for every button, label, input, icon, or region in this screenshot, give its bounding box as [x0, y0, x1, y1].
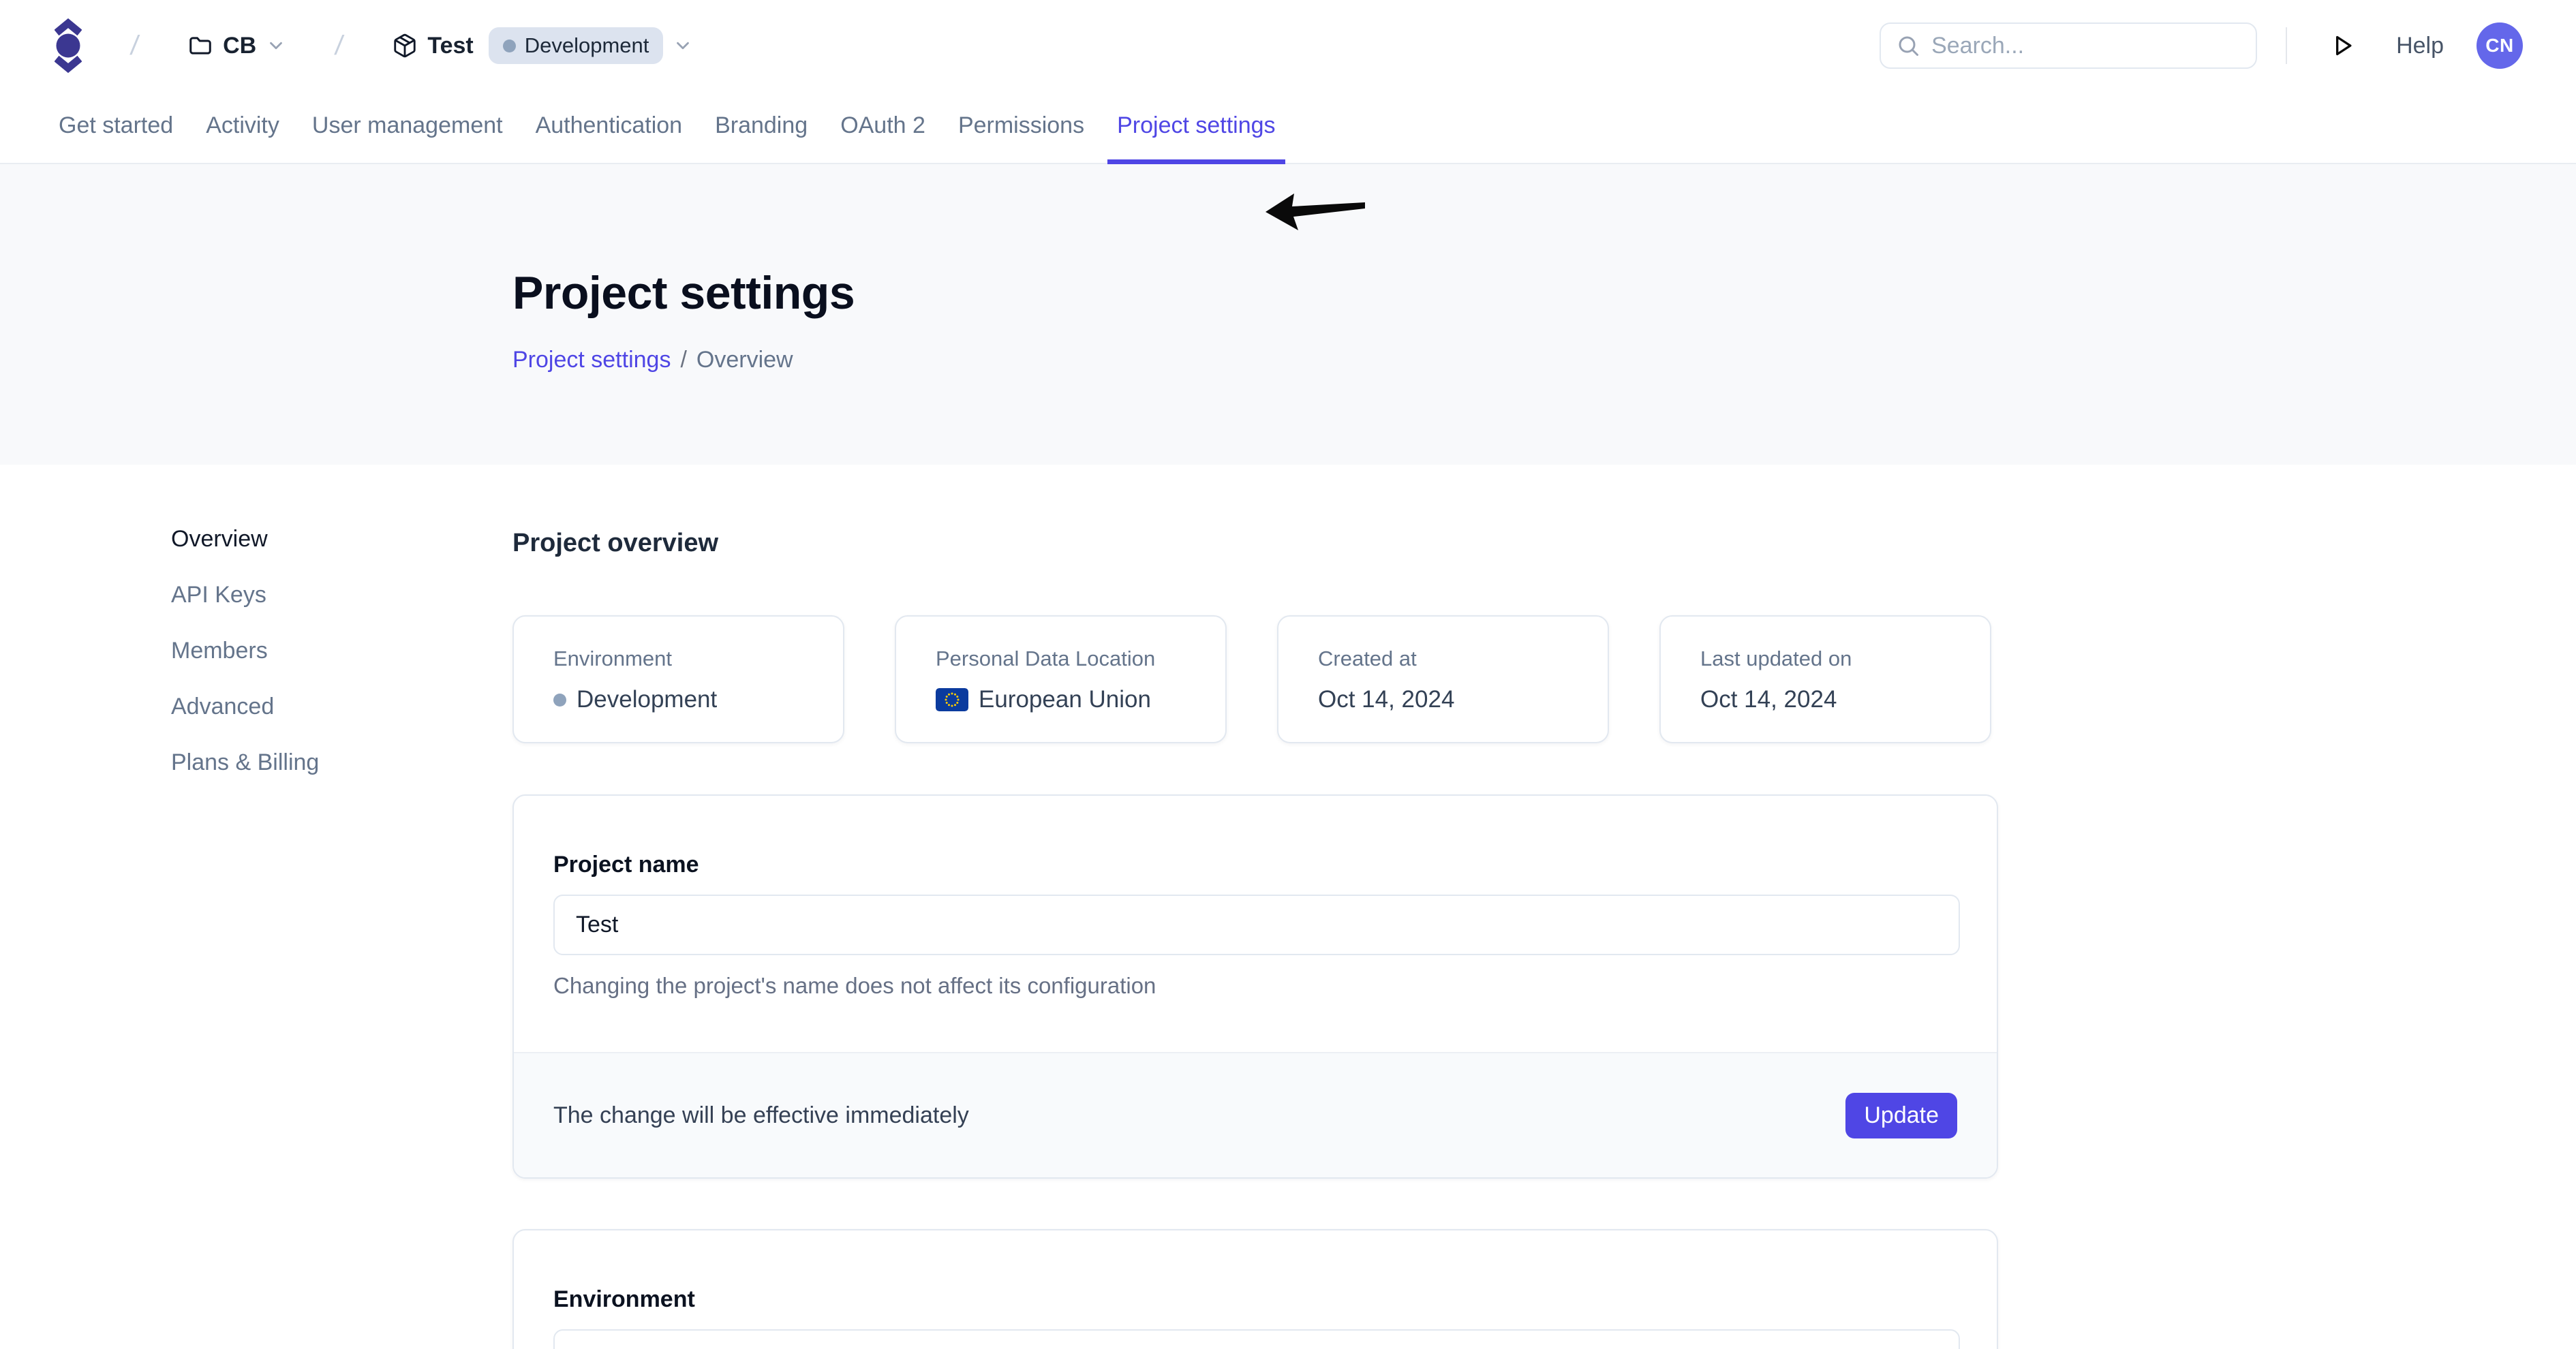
project-switcher[interactable]: Test Development	[392, 27, 693, 64]
sidebar-item-label[interactable]: Members	[171, 638, 268, 664]
topbar-divider	[2286, 27, 2287, 64]
tab-activity[interactable]: Activity	[196, 91, 289, 164]
overview-cards: Environment Development Personal Data Lo…	[512, 615, 1998, 743]
tab-oauth2[interactable]: OAuth 2	[831, 91, 935, 164]
project-name-label: Project name	[553, 852, 1957, 878]
status-dot-icon	[503, 40, 516, 52]
org-name: CB	[223, 33, 256, 59]
project-name: Test	[427, 33, 473, 59]
section-heading: Project overview	[512, 529, 1998, 558]
tab-user-management[interactable]: User management	[303, 91, 512, 164]
play-icon	[2329, 32, 2357, 59]
environment-label: Environment	[553, 1286, 1957, 1313]
card-value: European Union	[936, 686, 1225, 713]
search-input[interactable]	[1931, 33, 2241, 59]
sidebar-item-api-keys[interactable]: API Keys	[171, 582, 512, 608]
environment-badge: Development	[489, 27, 664, 64]
logo-icon	[55, 18, 82, 73]
last-updated-card: Last updated on Oct 14, 2024	[1659, 615, 1991, 743]
environment-select[interactable]: Development	[553, 1329, 1960, 1349]
card-value: Oct 14, 2024	[1318, 686, 1608, 713]
sidebar-item-overview[interactable]: Overview	[171, 526, 512, 553]
update-button[interactable]: Update	[1845, 1093, 1957, 1138]
card-label: Environment	[553, 647, 843, 671]
card-value: Development	[553, 686, 843, 713]
sidebar-item-advanced[interactable]: Advanced	[171, 694, 512, 720]
sidebar-item-label[interactable]: Overview	[171, 526, 268, 552]
environment-card: Environment Development	[512, 615, 844, 743]
card-value-text: Oct 14, 2024	[1318, 686, 1454, 713]
card-label: Personal Data Location	[936, 647, 1225, 671]
main-tabs: Get started Activity User management Aut…	[0, 91, 2576, 164]
topbar-breadcrumb: / CB / Test Development	[55, 18, 693, 73]
project-name-helper: Changing the project's name does not aff…	[553, 973, 1957, 999]
select-value-text: Development	[599, 1346, 735, 1349]
sidebar-item-members[interactable]: Members	[171, 638, 512, 664]
play-button[interactable]	[2329, 32, 2357, 59]
tab-authentication[interactable]: Authentication	[526, 91, 692, 164]
sidebar-item-label[interactable]: Plans & Billing	[171, 749, 319, 775]
settings-main: Project overview Environment Development…	[512, 526, 1998, 1349]
breadcrumb-separator: /	[680, 347, 686, 373]
card-value-text: European Union	[979, 686, 1151, 713]
tab-permissions[interactable]: Permissions	[949, 91, 1094, 164]
breadcrumb: Project settings / Overview	[512, 347, 2576, 373]
avatar[interactable]: CN	[2477, 22, 2523, 69]
page-title: Project settings	[512, 266, 2576, 320]
card-label: Last updated on	[1700, 647, 1990, 671]
chevron-down-icon	[266, 35, 286, 56]
tab-branding[interactable]: Branding	[705, 91, 817, 164]
search-icon	[1896, 33, 1920, 58]
card-value-text: Oct 14, 2024	[1700, 686, 1837, 713]
sidebar-item-label[interactable]: API Keys	[171, 582, 266, 608]
topbar-actions: Help CN	[1880, 22, 2523, 69]
status-dot-icon	[553, 694, 566, 707]
project-name-input[interactable]	[553, 895, 1960, 955]
project-name-card-footer: The change will be effective immediately…	[514, 1052, 1997, 1177]
package-icon	[392, 33, 418, 59]
folder-icon	[187, 33, 213, 59]
content-area: Overview API Keys Members Advanced Plans…	[0, 465, 2576, 1349]
settings-sidebar: Overview API Keys Members Advanced Plans…	[171, 526, 512, 1349]
environment-select-value: Development	[576, 1346, 735, 1349]
environment-form-card: Environment Development	[512, 1229, 1998, 1349]
sidebar-item-plans-billing[interactable]: Plans & Billing	[171, 749, 512, 776]
help-button[interactable]: Help	[2396, 33, 2444, 59]
chevron-down-icon	[673, 35, 693, 56]
created-at-card: Created at Oct 14, 2024	[1277, 615, 1609, 743]
breadcrumb-separator: /	[333, 31, 345, 61]
breadcrumb-separator: /	[129, 31, 140, 61]
eu-flag-icon	[936, 688, 968, 711]
org-switcher[interactable]: CB	[187, 33, 286, 59]
card-value-text: Development	[577, 686, 717, 713]
data-location-card: Personal Data Location Europea	[895, 615, 1227, 743]
top-bar: / CB / Test Development	[0, 0, 2576, 91]
breadcrumb-parent-link[interactable]: Project settings	[512, 347, 671, 373]
environment-badge-label: Development	[525, 33, 649, 58]
card-value: Oct 14, 2024	[1700, 686, 1990, 713]
breadcrumb-current: Overview	[696, 347, 793, 373]
app-logo[interactable]	[55, 18, 82, 73]
tab-project-settings[interactable]: Project settings	[1107, 91, 1285, 164]
tab-get-started[interactable]: Get started	[49, 91, 183, 164]
footer-note: The change will be effective immediately	[553, 1102, 969, 1129]
sidebar-item-label[interactable]: Advanced	[171, 694, 274, 719]
annotation-arrow-icon	[1263, 191, 1372, 236]
card-label: Created at	[1318, 647, 1608, 671]
search-box[interactable]	[1880, 22, 2257, 69]
project-name-card: Project name Changing the project's name…	[512, 794, 1998, 1179]
